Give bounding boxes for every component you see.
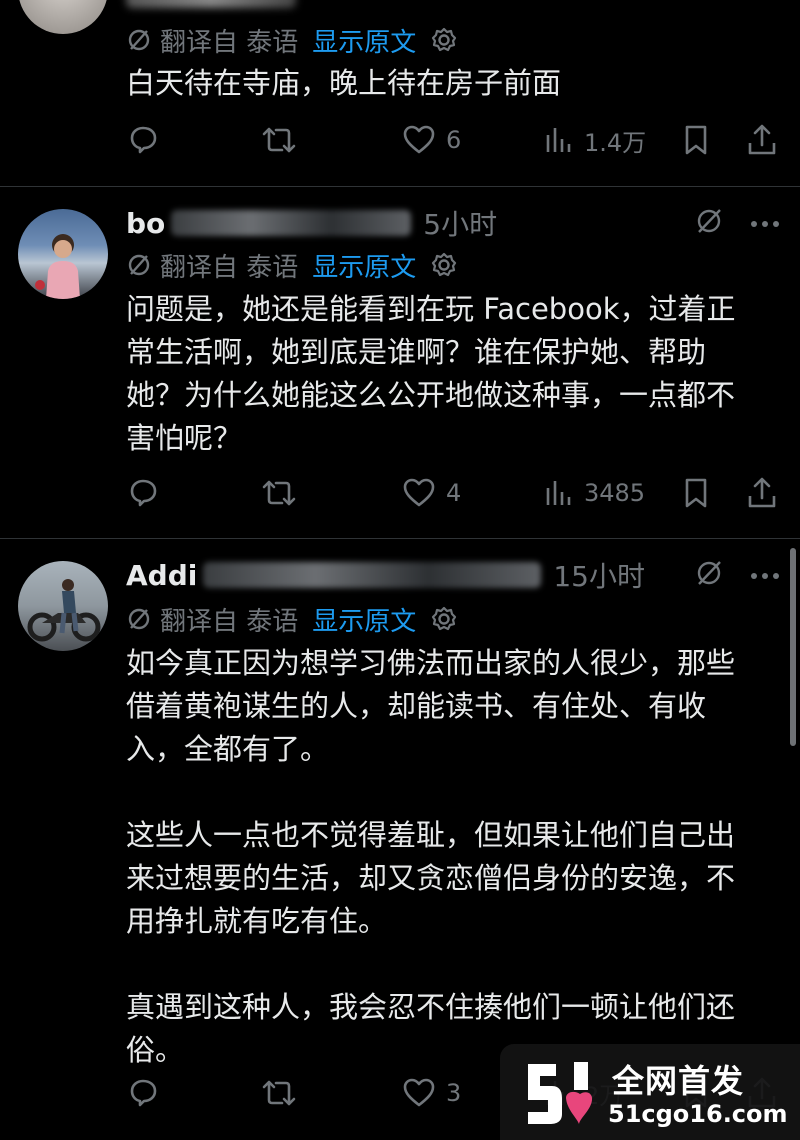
avatar[interactable] [18, 561, 108, 651]
like-icon [403, 478, 435, 507]
view-count: 3485 [584, 479, 646, 507]
share-button[interactable] [746, 120, 778, 160]
reply-icon [130, 479, 157, 507]
share-icon [748, 477, 776, 508]
reply-button[interactable] [126, 473, 160, 513]
translate-icon [126, 27, 152, 53]
post-body: 如今真正因为想学习佛法而出家的人很少，那些 借着黄袍谋生的人，却能读书、有住处、… [126, 646, 736, 1067]
watermark-title: 全网首发 [612, 1062, 745, 1100]
watermark-badge: 全网首发 51cgo16.com [500, 1044, 800, 1140]
more-icon[interactable] [750, 566, 780, 585]
gear-icon[interactable] [430, 251, 458, 279]
post-time[interactable]: 5小时 [423, 203, 497, 243]
repost-icon [262, 480, 296, 506]
repost-button[interactable] [261, 120, 297, 160]
views-icon [546, 128, 571, 152]
post-body: 白天待在寺庙，晚上待在房子前面 [126, 66, 562, 100]
watermark-logo-icon [522, 1058, 594, 1128]
gear-icon[interactable] [430, 605, 458, 633]
show-original-link[interactable]: 显示原文 [312, 601, 416, 638]
translate-label: 翻译自 泰语 [160, 27, 299, 58]
repost-button[interactable] [261, 1073, 297, 1113]
show-original-link[interactable]: 显示原文 [312, 247, 416, 284]
like-button[interactable]: 4 [402, 473, 461, 513]
author-name[interactable]: Addi [126, 559, 197, 592]
translate-label: 翻译自 泰语 [160, 606, 299, 637]
like-icon [403, 125, 435, 154]
author-line-redacted [126, 0, 296, 8]
avatar[interactable] [18, 209, 108, 299]
translation-notice: 翻译自 泰语 显示原文 [126, 599, 458, 639]
repost-icon [262, 1080, 296, 1106]
post-top-icons [694, 203, 780, 243]
like-count: 4 [446, 479, 462, 507]
share-icon [748, 124, 776, 155]
view-count: 1.4万 [584, 128, 647, 157]
translate-icon [126, 606, 152, 632]
repost-icon [262, 127, 296, 153]
like-count: 3 [446, 1079, 462, 1107]
watermark-url: 51cgo16.com [608, 1100, 788, 1128]
views-icon [546, 481, 571, 505]
reply-button[interactable] [126, 120, 160, 160]
like-icon [403, 1078, 435, 1107]
reply-button[interactable] [126, 1073, 160, 1113]
bookmark-icon [685, 125, 707, 155]
bookmark-button[interactable] [682, 120, 710, 160]
post-top-icons [694, 555, 780, 595]
post-body: 问题是，她还是能看到在玩 Facebook，过着正 常生活啊，她到底是谁啊？谁在… [126, 292, 736, 455]
show-original-link[interactable]: 显示原文 [312, 22, 416, 59]
translate-icon [126, 252, 152, 278]
views-button[interactable]: 1.4万 [544, 120, 646, 160]
like-count: 6 [446, 126, 462, 154]
avatar[interactable] [18, 0, 108, 34]
translate-label: 翻译自 泰语 [160, 252, 299, 283]
repost-button[interactable] [261, 473, 297, 513]
scrollbar[interactable] [790, 548, 796, 746]
translation-notice: 翻译自 泰语 显示原文 [126, 20, 458, 60]
more-icon[interactable] [750, 214, 780, 233]
post-time[interactable]: 15小时 [553, 555, 645, 595]
redacted-text [203, 562, 542, 588]
bookmark-button[interactable] [682, 473, 710, 513]
author-name[interactable]: bo [126, 207, 165, 240]
author-line[interactable]: bo 5小时 [126, 203, 497, 243]
grok-icon[interactable] [694, 206, 724, 240]
like-button[interactable]: 6 [402, 120, 461, 160]
action-bar: 4 3485 [126, 473, 782, 513]
translation-notice: 翻译自 泰语 显示原文 [126, 245, 458, 285]
like-button[interactable]: 3 [402, 1073, 461, 1113]
gear-icon[interactable] [430, 26, 458, 54]
grok-icon[interactable] [694, 558, 724, 592]
redacted-text [171, 210, 412, 236]
action-bar: 6 1.4万 [126, 120, 782, 160]
reply-icon [130, 126, 157, 154]
share-button[interactable] [746, 473, 778, 513]
reply-icon [130, 1079, 157, 1107]
bookmark-icon [685, 478, 707, 508]
post-1[interactable]: 翻译自 泰语 显示原文 白天待在寺庙，晚上待在房子前面 6 1.4万 [0, 0, 800, 186]
views-button[interactable]: 3485 [544, 473, 645, 513]
author-line[interactable]: Addi 15小时 [126, 555, 645, 595]
post-2[interactable]: bo 5小时 翻译自 泰语 显示原文 问题是，她还是能看到在玩 Facebook… [0, 187, 800, 537]
